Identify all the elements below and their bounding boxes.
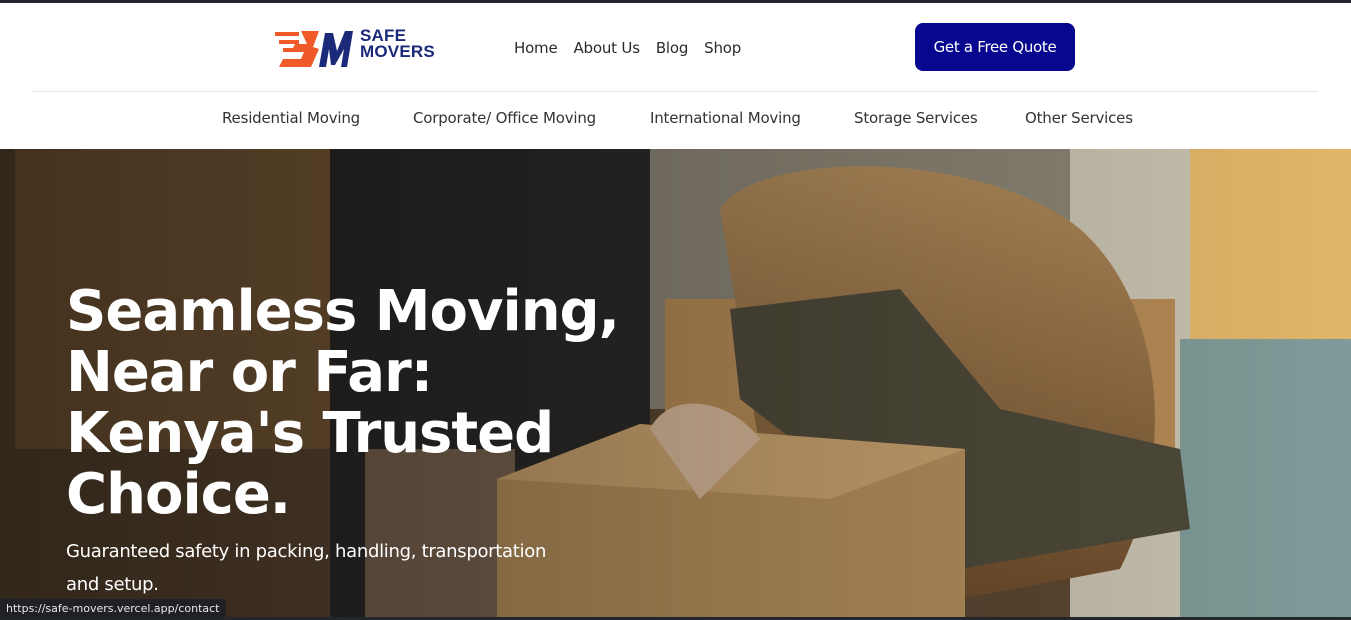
nav-storage-services[interactable]: Storage Services <box>854 109 978 127</box>
get-free-quote-button[interactable]: Get a Free Quote <box>915 23 1075 71</box>
nav-shop[interactable]: Shop <box>704 39 741 57</box>
logo-wordmark: SAFE MOVERS <box>360 27 435 61</box>
nav-blog[interactable]: Blog <box>656 39 689 57</box>
nav-residential-moving[interactable]: Residential Moving <box>222 109 360 127</box>
logo-mark-icon <box>275 31 353 67</box>
hero-section: Seamless Moving, Near or Far: Kenya's Tr… <box>0 149 1351 620</box>
nav-home[interactable]: Home <box>514 39 558 57</box>
main-nav: Home About Us Blog Shop <box>514 39 757 57</box>
hero-title: Seamless Moving, Near or Far: Kenya's Tr… <box>66 279 620 527</box>
nav-corporate-office-moving[interactable]: Corporate/ Office Moving <box>413 109 596 127</box>
services-nav: Residential Moving Corporate/ Office Mov… <box>0 109 1351 133</box>
logo-line-movers: MOVERS <box>360 42 435 61</box>
header-divider <box>32 91 1318 92</box>
browser-status-url: https://safe-movers.vercel.app/contact <box>0 599 226 618</box>
nav-other-services[interactable]: Other Services <box>1025 109 1133 127</box>
nav-international-moving[interactable]: International Moving <box>650 109 801 127</box>
site-header: SAFE MOVERS Home About Us Blog Shop Get … <box>0 3 1351 149</box>
hero-subtitle: Guaranteed safety in packing, handling, … <box>66 541 547 595</box>
logo[interactable]: SAFE MOVERS <box>273 25 443 73</box>
nav-about-us[interactable]: About Us <box>574 39 641 57</box>
